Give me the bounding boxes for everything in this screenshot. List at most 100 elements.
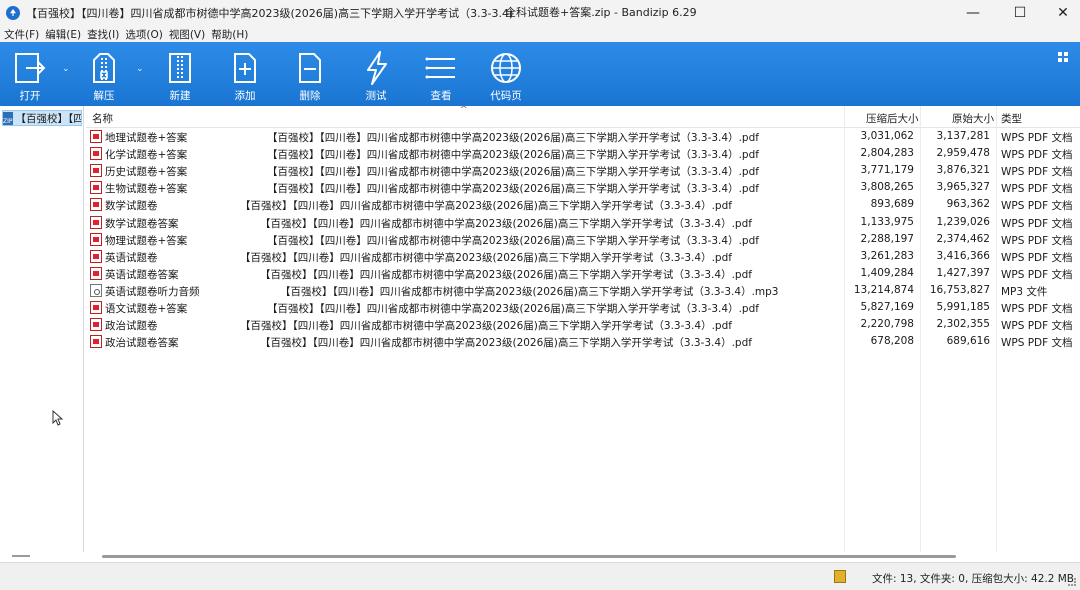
menu-find[interactable]: 查找(I) xyxy=(87,27,125,42)
file-name-cell: 数学试题卷答案 xyxy=(105,217,179,230)
file-row[interactable]: 数学试题卷 【百强校】【四川卷】四川省成都市树德中学高2023级(2026届)高三… xyxy=(86,196,1080,213)
open-dropdown-chevron-icon[interactable]: ⌄ xyxy=(62,64,70,74)
file-row[interactable]: 语文试题卷+答案 【百强校】【四川卷】四川省成都市树德中学高2023级(2026届… xyxy=(86,299,1080,316)
file-row[interactable]: 物理试题卷+答案 【百强校】【四川卷】四川省成都市树德中学高2023级(2026届… xyxy=(86,231,1080,248)
original-size-cell: 2,959,478 xyxy=(936,147,990,160)
file-path-cell: 【百强校】【四川卷】四川省成都市树德中学高2023级(2026届)高三下学期入学… xyxy=(267,166,759,179)
pdf-file-icon xyxy=(90,335,102,349)
file-path-cell: 【百强校】【四川卷】四川省成都市树德中学高2023级(2026届)高三下学期入学… xyxy=(240,200,732,213)
tree-root-archive[interactable]: ZIP 【百强校】【四 xyxy=(2,110,82,126)
original-size-cell: 3,965,327 xyxy=(936,181,990,194)
menu-edit[interactable]: 编辑(E) xyxy=(45,27,87,42)
pdf-file-icon xyxy=(90,181,102,195)
column-header-original[interactable]: 原始大小 xyxy=(952,111,994,126)
file-name-cell: 化学试题卷+答案 xyxy=(105,149,188,162)
test-label: 测试 xyxy=(365,90,387,102)
pdf-file-icon xyxy=(90,147,102,161)
file-type-cell: WPS PDF 文档 xyxy=(1001,337,1073,350)
file-type-cell: MP3 文件 xyxy=(1001,285,1048,298)
file-row[interactable]: 政治试题卷 【百强校】【四川卷】四川省成都市树德中学高2023级(2026届)高三… xyxy=(86,316,1080,333)
folder-tree-panel: ZIP 【百强校】【四 xyxy=(0,106,84,552)
file-row[interactable]: 历史试题卷+答案 【百强校】【四川卷】四川省成都市树德中学高2023级(2026届… xyxy=(86,162,1080,179)
title-bar: 【百强校】【四川卷】四川省成都市树德中学高2023级(2026届)高三下学期入学… xyxy=(0,0,1080,26)
file-type-cell: WPS PDF 文档 xyxy=(1001,200,1073,213)
file-row[interactable]: 英语试题卷答案 【百强校】【四川卷】四川省成都市树德中学高2023级(2026届)… xyxy=(86,265,1080,282)
mouse-cursor-icon xyxy=(52,410,64,426)
file-path-cell: 【百强校】【四川卷】四川省成都市树德中学高2023级(2026届)高三下学期入学… xyxy=(267,149,759,162)
window-title-left: 【百强校】【四川卷】四川省成都市树德中学高2023级(2026届)高三下学期入学… xyxy=(26,7,514,20)
status-text: 文件: 13, 文件夹: 0, 压缩包大小: 42.2 MB xyxy=(872,573,1074,585)
file-row[interactable]: 化学试题卷+答案 【百强校】【四川卷】四川省成都市树德中学高2023级(2026届… xyxy=(86,145,1080,162)
close-button[interactable]: ✕ xyxy=(1040,0,1080,26)
file-type-cell: WPS PDF 文档 xyxy=(1001,183,1073,196)
pdf-file-icon xyxy=(90,266,102,280)
resize-grip-icon[interactable] xyxy=(1068,578,1076,586)
file-row[interactable]: 英语试题卷听力音频 【百强校】【四川卷】四川省成都市树德中学高2023级(2026… xyxy=(86,282,1080,299)
horizontal-scrollbar[interactable] xyxy=(86,552,1080,562)
file-path-cell: 【百强校】【四川卷】四川省成都市树德中学高2023级(2026届)高三下学期入学… xyxy=(267,132,759,144)
column-header-row: ^ 名称 压缩后大小 原始大小 类型 xyxy=(86,105,1080,128)
archive-status-icon xyxy=(834,570,846,583)
file-row[interactable]: 数学试题卷答案 【百强校】【四川卷】四川省成都市树德中学高2023级(2026届)… xyxy=(86,214,1080,231)
file-path-cell: 【百强校】【四川卷】四川省成都市树德中学高2023级(2026届)高三下学期入学… xyxy=(240,320,732,333)
new-button[interactable]: 新建 xyxy=(150,42,210,106)
tree-scrollbar[interactable] xyxy=(12,555,30,557)
file-path-cell: 【百强校】【四川卷】四川省成都市树德中学高2023级(2026届)高三下学期入学… xyxy=(240,251,732,264)
file-name-cell: 生物试题卷+答案 xyxy=(105,183,188,196)
file-type-cell: WPS PDF 文档 xyxy=(1001,251,1073,264)
codepage-button[interactable]: 代码页 xyxy=(476,42,536,106)
file-type-cell: WPS PDF 文档 xyxy=(1001,132,1073,144)
file-path-cell: 【百强校】【四川卷】四川省成都市树德中学高2023级(2026届)高三下学期入学… xyxy=(267,183,759,196)
file-row[interactable]: 英语试题卷 【百强校】【四川卷】四川省成都市树德中学高2023级(2026届)高三… xyxy=(86,248,1080,265)
menu-file[interactable]: 文件(F) xyxy=(4,27,45,42)
zip-archive-icon: ZIP xyxy=(3,111,13,125)
column-header-type[interactable]: 类型 xyxy=(1001,111,1022,126)
toolbar: 打开 ⌄ 解压 ⌄ 新建 添加 删除 测试 查看 代码页 xyxy=(0,42,1080,106)
extract-dropdown-chevron-icon[interactable]: ⌄ xyxy=(136,64,144,74)
pdf-file-icon xyxy=(90,164,102,178)
bandizip-app-icon xyxy=(6,6,20,20)
layout-toggle-icon[interactable] xyxy=(1058,52,1068,62)
file-name-cell: 英语试题卷听力音频 xyxy=(105,285,200,298)
file-row[interactable]: 生物试题卷+答案 【百强校】【四川卷】四川省成都市树德中学高2023级(2026届… xyxy=(86,179,1080,196)
view-button[interactable]: 查看 xyxy=(411,42,471,106)
window-title-center: 全科试题卷+答案.zip - Bandizip 6.29 xyxy=(505,6,697,19)
file-name-cell: 英语试题卷答案 xyxy=(105,268,179,281)
file-type-cell: WPS PDF 文档 xyxy=(1001,234,1073,247)
menu-help[interactable]: 帮助(H) xyxy=(211,27,254,42)
pdf-file-icon xyxy=(90,301,102,314)
pdf-file-icon xyxy=(90,198,102,212)
test-button[interactable]: 测试 xyxy=(346,42,406,106)
file-row[interactable]: 地理试题卷+答案 【百强校】【四川卷】四川省成都市树德中学高2023级(2026届… xyxy=(86,128,1080,145)
file-name-cell: 语文试题卷+答案 xyxy=(105,303,188,315)
add-button[interactable]: 添加 xyxy=(215,42,275,106)
file-path-cell: 【百强校】【四川卷】四川省成都市树德中学高2023级(2026届)高三下学期入学… xyxy=(260,217,752,230)
delete-button[interactable]: 删除 xyxy=(280,42,340,106)
column-header-name[interactable]: 名称 xyxy=(92,111,113,126)
file-path-cell: 【百强校】【四川卷】四川省成都市树德中学高2023级(2026届)高三下学期入学… xyxy=(267,303,759,315)
view-label: 查看 xyxy=(430,90,452,102)
menu-options[interactable]: 选项(O) xyxy=(125,27,168,42)
pdf-file-icon xyxy=(90,130,102,143)
file-name-cell: 政治试题卷 xyxy=(105,320,158,333)
open-button[interactable]: 打开 xyxy=(0,42,60,106)
menu-view[interactable]: 视图(V) xyxy=(169,27,211,42)
file-type-cell: WPS PDF 文档 xyxy=(1001,303,1073,315)
add-file-icon xyxy=(234,53,256,83)
original-size-cell: 1,427,397 xyxy=(936,266,990,279)
file-path-cell: 【百强校】【四川卷】四川省成都市树德中学高2023级(2026届)高三下学期入学… xyxy=(267,234,759,247)
compressed-size-cell: 3,771,179 xyxy=(860,164,914,177)
column-header-compressed[interactable]: 压缩后大小 xyxy=(866,111,919,126)
file-name-cell: 地理试题卷+答案 xyxy=(105,132,188,144)
file-type-cell: WPS PDF 文档 xyxy=(1001,268,1073,281)
maximize-button[interactable]: ☐ xyxy=(997,0,1043,26)
test-lightning-icon xyxy=(367,51,387,85)
original-size-cell: 2,374,462 xyxy=(936,232,990,245)
horizontal-scrollbar-thumb[interactable] xyxy=(102,555,956,558)
compressed-size-cell: 3,031,062 xyxy=(860,130,914,142)
file-type-cell: WPS PDF 文档 xyxy=(1001,217,1073,230)
minimize-button[interactable]: — xyxy=(950,0,996,26)
tree-root-label: 【百强校】【四 xyxy=(15,112,82,125)
extract-button[interactable]: 解压 xyxy=(74,42,134,106)
file-row[interactable]: 政治试题卷答案 【百强校】【四川卷】四川省成都市树德中学高2023级(2026届)… xyxy=(86,333,1080,350)
